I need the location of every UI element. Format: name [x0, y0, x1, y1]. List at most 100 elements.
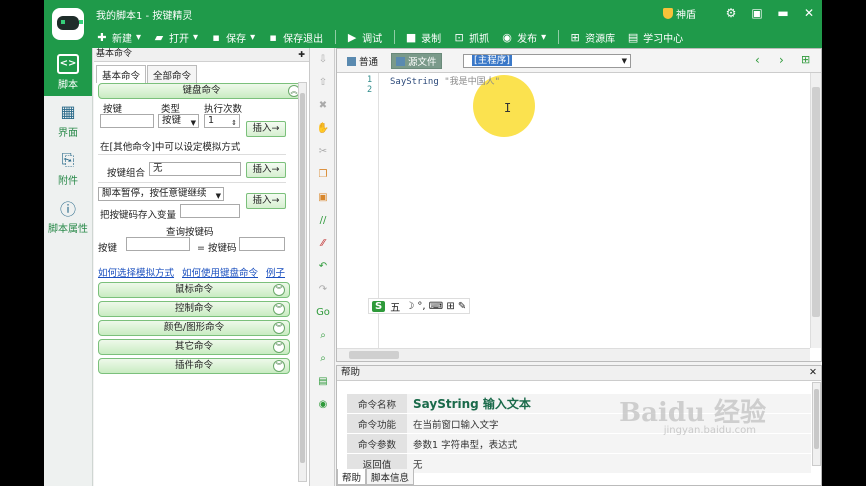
keyboard-command-form: 按键 类型 执行次数 按键 ▼ 1 ⇕ 插入→ 在[其他命令]中可以设定模拟方式 按… — [94, 99, 309, 374]
query-key-input[interactable] — [126, 237, 190, 251]
hand-icon[interactable]: ✋ — [311, 117, 335, 140]
mouse-section-header[interactable]: 鼠标命令 ︾ — [98, 282, 290, 298]
find-icon[interactable]: ⌕ — [311, 324, 335, 347]
link-simulation-mode[interactable]: 如何选择模拟方式 — [98, 265, 174, 279]
key-combo-input[interactable]: 无 — [149, 162, 241, 176]
pin-icon[interactable]: ✚ — [298, 48, 305, 61]
chevron-down-icon: ︾ — [273, 303, 285, 315]
scrollbar-thumb[interactable] — [300, 93, 305, 463]
command-panel-scrollbar[interactable] — [298, 82, 307, 482]
undo-icon[interactable]: ↶ — [311, 255, 335, 278]
color-image-section-header[interactable]: 颜色/图形命令 ︾ — [98, 320, 290, 336]
query-keycode-title: 查询按键码 — [166, 227, 214, 238]
close-icon[interactable]: ✕ — [796, 0, 822, 26]
text-cursor-icon: I — [504, 101, 512, 115]
resource-button[interactable]: ⊞ 资源库 — [569, 30, 616, 45]
eye-icon[interactable]: ◉ — [311, 393, 335, 416]
code-line[interactable]: SayString "我是中国人" — [390, 74, 500, 87]
record-button[interactable]: ■ 录制 — [405, 30, 441, 45]
scrollbar-thumb[interactable] — [349, 351, 399, 359]
query-code-input[interactable] — [239, 237, 285, 251]
key-type-select[interactable]: 按键 ▼ — [158, 114, 199, 128]
insert-combo-button[interactable]: 插入→ — [246, 162, 286, 178]
tab-normal-view[interactable]: 普通 — [343, 53, 382, 69]
save-exit-button[interactable]: ▪ 保存退出 — [267, 30, 323, 45]
keycode-variable-input[interactable] — [180, 204, 240, 218]
grab-button[interactable]: ⊡ 抓抓 — [453, 30, 489, 45]
debug-button[interactable]: ▶ 调试 — [346, 30, 382, 45]
nav-item-ui[interactable]: ▦ 界面 — [44, 96, 92, 144]
control-section-header[interactable]: 控制命令 ︾ — [98, 301, 290, 317]
learning-center-button[interactable]: ▤ 学习中心 — [627, 30, 683, 45]
minimize-icon[interactable]: ▬ — [770, 0, 796, 26]
tab-source-label: 源文件 — [408, 57, 437, 68]
main-toolbar: ✚ 新建 ▾ ▰ 打开 ▾ ▪ 保存 ▾ ▪ 保存退出 ▶ 调试 ■ 录制 ⊡ 抓抓 ◉ 发布 ▾ ⊞ 资… — [44, 26, 822, 48]
help-title: 帮助 — [341, 367, 361, 378]
keyboard-section-header[interactable]: 键盘命令 ︽ — [98, 83, 305, 99]
plus-icon: ✚ — [97, 30, 107, 44]
settings-gear-icon[interactable]: ⚙ — [718, 0, 744, 26]
pause-mode-select[interactable]: 脚本暂停，按任意键继续 ▼ — [98, 187, 224, 201]
other-section-header[interactable]: 其它命令 ︾ — [98, 339, 290, 355]
uncomment-icon[interactable]: ⁄⁄ — [311, 232, 335, 255]
redo-icon[interactable]: ↷ — [311, 278, 335, 301]
delete-icon[interactable]: ✖ — [311, 94, 335, 117]
key-combo-value: 无 — [153, 163, 163, 174]
nav-item-script[interactable]: <> 脚本 — [44, 48, 92, 96]
tab-source-view[interactable]: 源文件 — [391, 53, 442, 69]
insert-key-button[interactable]: 插入→ — [246, 121, 286, 137]
paste-icon[interactable]: ▣ — [311, 186, 335, 209]
publish-button[interactable]: ◉ 发布 ▾ — [501, 30, 546, 45]
chevron-down-icon: ︾ — [273, 360, 285, 372]
save-icon: ▪ — [212, 30, 220, 44]
move-up-icon[interactable]: ⇧ — [311, 71, 335, 94]
nav-item-script-properties[interactable]: ⓘ 脚本属性 — [44, 192, 92, 240]
copy-icon[interactable]: ❐ — [311, 163, 335, 186]
help-row: 返回值无 — [347, 454, 811, 474]
new-button[interactable]: ✚ 新建 ▾ — [96, 30, 141, 45]
move-down-icon[interactable]: ⇩ — [311, 48, 335, 71]
tab-script-info[interactable]: 脚本信息 — [366, 469, 415, 485]
replace-icon[interactable]: ⌕ — [311, 347, 335, 370]
goto-icon[interactable]: Go — [311, 301, 335, 324]
screenshot-icon[interactable]: ▤ — [311, 370, 335, 393]
back-arrow-icon[interactable]: ‹ — [755, 53, 760, 67]
link-keyboard-usage[interactable]: 如何使用键盘命令 — [182, 265, 258, 279]
link-example[interactable]: 例子 — [266, 265, 285, 279]
toolbar-divider — [335, 30, 337, 44]
app-logo — [48, 4, 88, 44]
key-input[interactable] — [100, 114, 154, 128]
ime-mode[interactable]: 五 — [390, 299, 400, 314]
help-scrollbar[interactable] — [812, 382, 821, 466]
tab-help[interactable]: 帮助 — [337, 469, 367, 485]
editor-horizontal-scrollbar[interactable] — [337, 348, 810, 361]
tab-all-commands[interactable]: 全部命令 — [147, 65, 198, 83]
layout-icon[interactable]: ⊞ — [801, 53, 810, 66]
procedure-dropdown[interactable]: [主程序] ▼ — [463, 54, 631, 68]
comment-icon[interactable]: // — [311, 209, 335, 232]
tab-basic-commands[interactable]: 基本命令 — [96, 65, 147, 83]
nav-item-attachment[interactable]: ⎘ 附件 — [44, 144, 92, 192]
cut-icon[interactable]: ✂ — [311, 140, 335, 163]
open-button[interactable]: ▰ 打开 ▾ — [153, 30, 198, 45]
learning-center-label: 学习中心 — [643, 33, 684, 45]
editor-vertical-scrollbar[interactable] — [810, 73, 821, 348]
query-key-label: 按键 — [98, 243, 118, 254]
times-stepper[interactable]: 1 ⇕ — [204, 114, 240, 128]
help-row-key: 命令参数 — [347, 434, 407, 453]
scrollbar-thumb[interactable] — [812, 87, 820, 317]
new-label: 新建 — [112, 33, 132, 45]
close-icon[interactable]: ✕ — [809, 366, 817, 380]
scrollbar-thumb[interactable] — [814, 389, 819, 449]
insert-pause-button[interactable]: 插入→ — [246, 193, 286, 209]
forward-arrow-icon[interactable]: › — [779, 53, 784, 67]
editor-tool-strip: ⇩ ⇧ ✖ ✋ ✂ ❐ ▣ // ⁄⁄ ↶ ↷ Go ⌕ ⌕ ▤ ◉ — [311, 48, 335, 486]
skin-icon[interactable]: ▣ — [744, 0, 770, 26]
shield-button[interactable]: 神盾 — [663, 6, 696, 21]
save-button[interactable]: ▪ 保存 ▾ — [210, 30, 255, 45]
ime-toolbar[interactable]: S 五 ☽ °, ⌨ ⊞ ✎ — [368, 298, 471, 314]
ime-tools-icons[interactable]: ☽ °, ⌨ ⊞ ✎ — [405, 301, 466, 312]
query-code-label: = 按键码 — [197, 243, 237, 254]
plugin-section-header[interactable]: 插件命令 ︾ — [98, 358, 290, 374]
chevron-down-icon: ︾ — [273, 341, 285, 353]
